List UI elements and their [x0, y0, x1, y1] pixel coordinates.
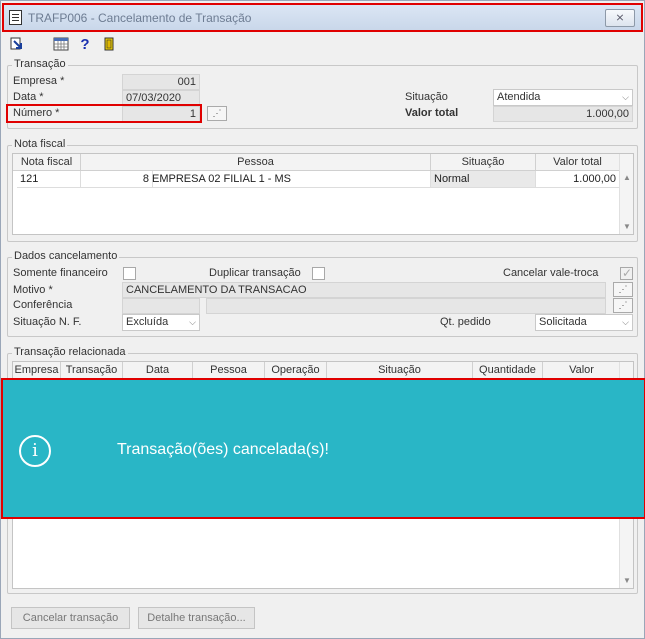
situacao-nf-label: Situação N. F.: [13, 316, 82, 328]
detalhe-transacao-button[interactable]: Detalhe transação...: [138, 607, 255, 629]
scroll-down-icon[interactable]: ▼: [620, 574, 634, 588]
column-header[interactable]: Quantidade: [473, 362, 543, 379]
cancelar-vale-label: Cancelar vale-troca: [503, 267, 599, 279]
situacao-select-value: Atendida: [497, 91, 541, 103]
column-header[interactable]: Empresa: [13, 362, 61, 379]
data-label: Data *: [13, 91, 44, 103]
close-button[interactable]: ⨯: [605, 9, 635, 27]
scroll-up-icon[interactable]: ▲: [620, 171, 634, 185]
door-exit-icon[interactable]: [101, 37, 117, 53]
conferencia-desc-field[interactable]: [206, 298, 606, 314]
scroll-down-icon[interactable]: ▼: [620, 220, 634, 234]
column-header[interactable]: Transação: [61, 362, 123, 379]
column-header[interactable]: Pessoa: [193, 362, 265, 379]
nota-fiscal-scrollbar[interactable]: ▲ ▼: [619, 154, 633, 234]
column-header[interactable]: Valor: [543, 362, 621, 379]
column-header[interactable]: Valor total: [536, 154, 620, 171]
dados-cancelamento-group-title: Dados cancelamento: [12, 250, 120, 262]
motivo-label: Motivo *: [13, 284, 53, 296]
window-title: TRAFP006 - Cancelamento de Transação: [28, 11, 252, 25]
cancelar-transacao-button[interactable]: Cancelar transação: [11, 607, 130, 629]
motivo-field[interactable]: CANCELAMENTO DA TRANSACAO: [122, 282, 606, 298]
toast-message: Transação(ões) cancelada(s)!: [117, 441, 329, 458]
column-header[interactable]: Pessoa: [81, 154, 431, 171]
situacao-cell: Normal: [431, 171, 536, 188]
valor-cell: 1.000,00: [536, 171, 620, 188]
toolbar: ?: [7, 37, 307, 55]
transacao-relacionada-group-title: Transação relacionada: [12, 346, 128, 358]
column-header[interactable]: Situação: [431, 154, 536, 171]
valor-total-label: Valor total: [405, 107, 459, 119]
column-header[interactable]: Data: [123, 362, 193, 379]
valor-total-field[interactable]: 1.000,00: [493, 106, 633, 122]
somente-financeiro-label: Somente financeiro: [13, 267, 108, 279]
info-icon: i: [19, 435, 51, 467]
motivo-lookup-button[interactable]: ⋰: [613, 282, 633, 297]
column-header[interactable]: Nota fiscal: [13, 154, 81, 171]
chevron-down-icon: ⌵: [189, 317, 196, 327]
pessoa-code-cell: 8: [81, 171, 153, 188]
calendar-grid-icon[interactable]: [53, 37, 69, 53]
duplicar-label: Duplicar transação: [209, 267, 301, 279]
somente-financeiro-checkbox[interactable]: [123, 267, 136, 280]
numero-lookup-button[interactable]: ⋰: [207, 106, 227, 121]
pessoa-name-cell: EMPRESA 02 FILIAL 1 - MS: [149, 171, 431, 188]
situacao-select[interactable]: Atendida ⌵: [493, 89, 633, 106]
column-header[interactable]: Operação: [265, 362, 327, 379]
empresa-label: Empresa *: [13, 75, 65, 87]
nota-cell: 121: [17, 171, 81, 188]
conferencia-lookup-button[interactable]: ⋰: [613, 298, 633, 313]
qt-pedido-select-value: Solicitada: [539, 316, 587, 328]
chevron-down-icon: ⌵: [622, 317, 629, 327]
conferencia-code-field[interactable]: [122, 298, 200, 314]
situacao-label: Situação: [405, 91, 448, 103]
nota-fiscal-grid[interactable]: Nota fiscal Pessoa Situação Valor total …: [12, 153, 634, 235]
data-field[interactable]: 07/03/2020: [122, 90, 200, 106]
duplicar-checkbox[interactable]: [312, 267, 325, 280]
nota-fiscal-group-title: Nota fiscal: [12, 138, 68, 150]
numero-field[interactable]: 1: [122, 106, 200, 122]
qt-pedido-select[interactable]: Solicitada ⌵: [535, 314, 633, 331]
qt-pedido-label: Qt. pedido: [440, 316, 491, 328]
situacao-nf-select-value: Excluída: [126, 316, 169, 328]
help-icon[interactable]: ?: [77, 37, 93, 53]
conferencia-label: Conferência: [13, 299, 73, 311]
chevron-down-icon: ⌵: [622, 92, 629, 102]
cancel-transaction-window: TRAFP006 - Cancelamento de Transação ⨯ ?…: [0, 0, 645, 639]
situacao-nf-select[interactable]: Excluída ⌵: [122, 314, 200, 331]
document-icon: [9, 10, 22, 25]
success-toast: i Transação(ões) cancelada(s)!: [1, 378, 645, 519]
empresa-field[interactable]: 001: [122, 74, 200, 90]
exit-arrow-icon[interactable]: [9, 37, 25, 53]
column-header[interactable]: Situação: [327, 362, 473, 379]
numero-label: Número *: [13, 107, 60, 119]
title-bar: TRAFP006 - Cancelamento de Transação ⨯: [2, 3, 643, 32]
transacao-group-title: Transação: [12, 58, 68, 70]
cancelar-vale-checkbox[interactable]: [620, 266, 633, 280]
